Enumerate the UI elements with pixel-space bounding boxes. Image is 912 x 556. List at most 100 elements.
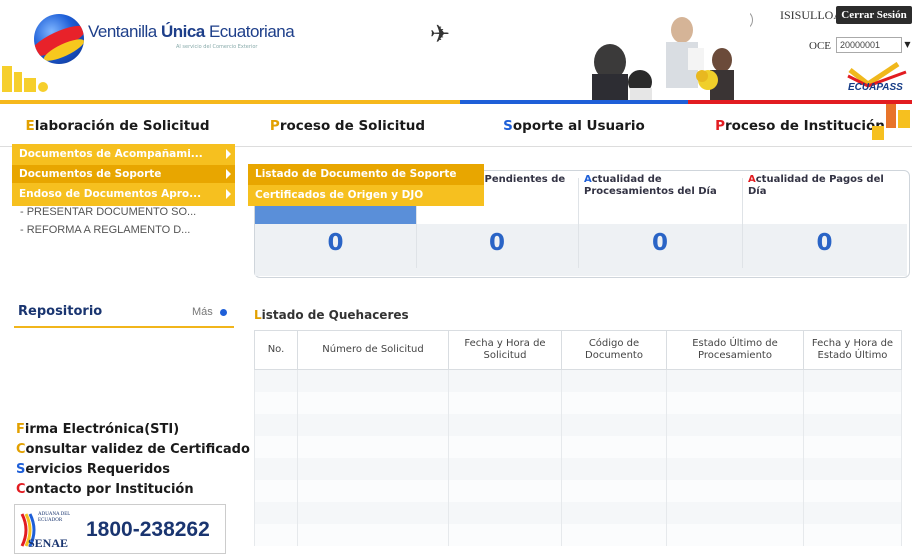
quick-link-contacto-institucion[interactable]: Contacto por Institución	[16, 482, 194, 497]
status-value: 0	[327, 230, 344, 256]
quick-link-initial: C	[16, 442, 26, 457]
table-row[interactable]	[254, 502, 902, 524]
table-cell	[803, 458, 902, 480]
logo-text-pre: Ventanilla	[88, 22, 161, 41]
menu-item-documentos-soporte[interactable]: Documentos de Soporte	[12, 165, 235, 183]
todo-title-label: istado de Quehaceres	[261, 308, 409, 322]
tab-elaboracion-solicitud[interactable]: Elaboración de Solicitud	[0, 100, 235, 148]
tab-proceso-solicitud[interactable]: Proceso de Solicitud	[235, 100, 460, 148]
table-cell	[254, 502, 298, 524]
quick-link-firma-electronica[interactable]: Firma Electrónica(STI)	[16, 422, 179, 437]
column-header[interactable]: Estado Último de Procesamiento	[666, 330, 804, 370]
table-cell	[254, 414, 298, 436]
table-row[interactable]	[254, 392, 902, 414]
table-row[interactable]	[254, 524, 902, 546]
table-cell	[254, 436, 298, 458]
column-header[interactable]: Código de Documento	[561, 330, 667, 370]
column-header[interactable]: No.	[254, 330, 298, 370]
table-cell	[803, 392, 902, 414]
table-cell	[448, 436, 562, 458]
quick-link-label: ervicios Requeridos	[25, 462, 170, 477]
menu-item-documentos-acompanamiento[interactable]: Documentos de Acompañami...	[12, 145, 235, 163]
logo-text-post: Ecuatoriana	[204, 22, 295, 41]
table-cell	[297, 458, 449, 480]
status-value: 0	[651, 230, 668, 256]
table-cell	[803, 502, 902, 524]
table-cell	[666, 369, 804, 392]
table-cell	[448, 524, 562, 546]
table-cell	[297, 369, 449, 392]
chevron-down-icon[interactable]: ▼	[903, 37, 912, 53]
caret-right-icon	[226, 149, 231, 159]
ecuapass-logo-text: ECUAPASS	[848, 82, 903, 93]
quick-link-label: ontacto por Institución	[25, 482, 194, 497]
status-initial: A	[748, 174, 756, 185]
column-header[interactable]: Número de Solicitud	[297, 330, 449, 370]
repository-divider	[14, 326, 234, 328]
table-row[interactable]	[254, 480, 902, 502]
quick-link-servicios-requeridos[interactable]: Servicios Requeridos	[16, 462, 170, 477]
tab-soporte-usuario[interactable]: Soporte al Usuario	[460, 100, 688, 148]
table-cell	[254, 524, 298, 546]
table-cell	[448, 502, 562, 524]
status-value: 0	[816, 230, 833, 256]
table-cell	[666, 480, 804, 502]
vue-logo-icon[interactable]	[34, 14, 84, 64]
menu-item-endoso-documentos[interactable]: Endoso de Documentos Apro...	[12, 185, 235, 203]
senae-line: ECUADOR	[38, 518, 63, 523]
logo-text[interactable]: Ventanilla Única Ecuatoriana	[88, 22, 295, 42]
status-card-header: Actualidad de Procesamientos del Día	[578, 170, 742, 224]
dropdown-menu-level1: Documentos de Acompañami... Documentos d…	[12, 144, 235, 206]
status-card-3[interactable]: Actualidad de Procesamientos del Día 0	[578, 170, 742, 276]
logout-button[interactable]: Cerrar Sesión	[836, 6, 912, 24]
status-label: ctualidad de Procesamientos del Día	[584, 174, 717, 197]
oce-select[interactable]: 20000001	[836, 37, 902, 53]
status-separator	[742, 178, 743, 268]
sidebar-link[interactable]: - REFORMA A REGLAMENTO D...	[20, 224, 190, 236]
table-cell	[561, 502, 667, 524]
column-header[interactable]: Fecha y Hora de Solicitud	[448, 330, 562, 370]
table-cell	[803, 436, 902, 458]
quick-link-label: onsultar validez de Certificado I	[25, 442, 260, 457]
tab-proceso-institucion[interactable]: Proceso de Institución	[688, 100, 912, 148]
menu-item-listado-documento-soporte[interactable]: Listado de Documento de Soporte	[248, 164, 484, 185]
table-cell	[448, 369, 562, 392]
column-header[interactable]: Fecha y Hora de Estado Último	[803, 330, 902, 370]
dropdown-menu-level2: Listado de Documento de Soporte Certific…	[248, 164, 484, 206]
tab-label: oporte al Usuario	[512, 118, 645, 134]
table-row[interactable]	[254, 436, 902, 458]
business-people-photo	[570, 0, 750, 100]
tab-label: roceso de Solicitud	[279, 118, 426, 134]
airplane-icon: ✈	[430, 20, 451, 48]
table-row[interactable]	[254, 414, 902, 436]
table-cell	[448, 458, 562, 480]
repository-more-link[interactable]: Más	[192, 306, 213, 318]
table-cell	[561, 414, 667, 436]
table-cell	[666, 524, 804, 546]
table-cell	[561, 524, 667, 546]
todo-title-initial: L	[254, 308, 262, 322]
status-card-4[interactable]: Actualidad de Pagos del Día 0	[742, 170, 907, 276]
table-cell	[666, 392, 804, 414]
more-dot-icon[interactable]	[220, 309, 227, 316]
table-cell	[561, 458, 667, 480]
table-row[interactable]	[254, 369, 902, 392]
table-cell	[297, 480, 449, 502]
table-cell	[803, 414, 902, 436]
phone-number: 1800-238262	[86, 518, 210, 541]
menu-item-certificados-origen[interactable]: Certificados de Origen y DJO	[248, 185, 484, 206]
menu-item-label: Endoso de Documentos Apro...	[19, 188, 202, 200]
quick-link-initial: F	[16, 422, 25, 437]
table-cell	[666, 436, 804, 458]
quick-link-consultar-validez[interactable]: Consultar validez de Certificado I	[16, 442, 259, 457]
sidebar-link[interactable]: - PRESENTAR DOCUMENTO SO...	[20, 206, 196, 218]
menu-item-label: Documentos de Soporte	[19, 168, 162, 180]
table-row[interactable]	[254, 458, 902, 480]
quick-link-initial: S	[16, 462, 26, 477]
table-cell	[803, 480, 902, 502]
todo-title: Listado de Quehaceres	[254, 308, 409, 322]
header	[0, 0, 912, 100]
table-cell	[297, 436, 449, 458]
status-value: 0	[488, 230, 505, 256]
tab-label: roceso de Institución	[724, 118, 885, 134]
